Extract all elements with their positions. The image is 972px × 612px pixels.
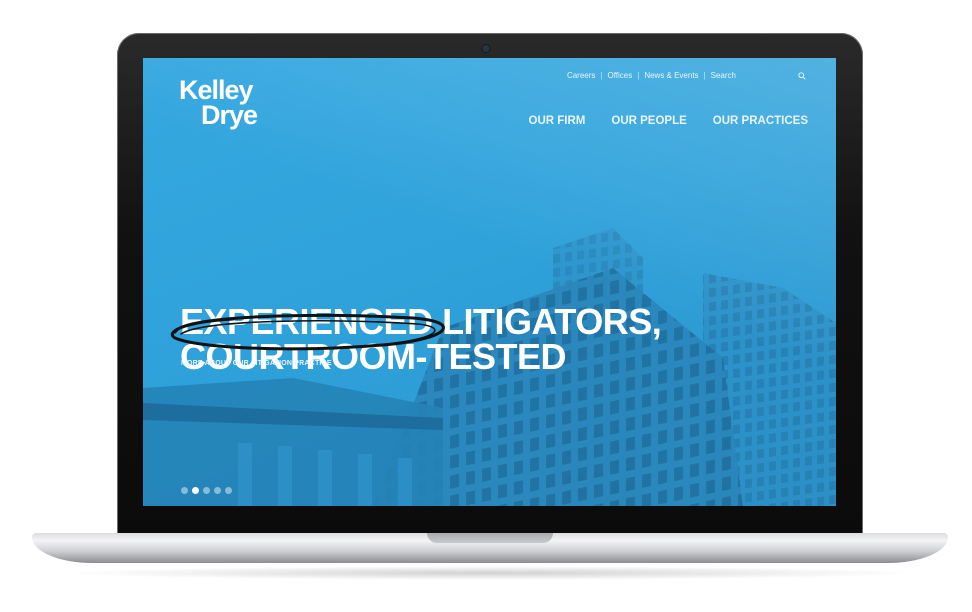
carousel-dot[interactable] (225, 487, 232, 494)
carousel-dot[interactable] (181, 487, 188, 494)
divider: | (600, 71, 603, 80)
utility-link-careers[interactable]: Careers (567, 71, 595, 80)
divider: | (703, 71, 706, 80)
laptop-notch (427, 533, 553, 543)
carousel-dot[interactable] (203, 487, 210, 494)
main-nav: OUR FIRM OUR PEOPLE OUR PRACTICES (503, 115, 808, 127)
webcam-icon (482, 45, 490, 52)
litigation-practice-link[interactable]: MORE ABOUT OUR LITIGATION PRACTICE → (181, 360, 341, 367)
laptop-shadow (60, 566, 920, 580)
nav-our-firm[interactable]: OUR FIRM (529, 115, 586, 127)
utility-nav: Careers | Offices | News & Events | Sear… (567, 71, 806, 80)
logo-line2: Drye (201, 100, 258, 130)
carousel-dots (181, 487, 236, 494)
divider: | (637, 71, 640, 80)
utility-link-news-events[interactable]: News & Events (644, 71, 698, 80)
utility-link-offices[interactable]: Offices (607, 71, 632, 80)
search-icon[interactable] (798, 71, 806, 80)
utility-link-search[interactable]: Search (711, 71, 736, 80)
carousel-dot[interactable] (214, 487, 221, 494)
carousel-dot-active[interactable] (192, 487, 199, 494)
nav-our-people[interactable]: OUR PEOPLE (611, 115, 686, 127)
kelley-drye-logo[interactable]: Kelley Drye (179, 77, 258, 130)
nav-our-practices[interactable]: OUR PRACTICES (713, 115, 808, 127)
website-screen: Kelley Drye Careers | Offices | News & E… (143, 58, 836, 506)
hand-drawn-circle-mark (170, 313, 445, 351)
